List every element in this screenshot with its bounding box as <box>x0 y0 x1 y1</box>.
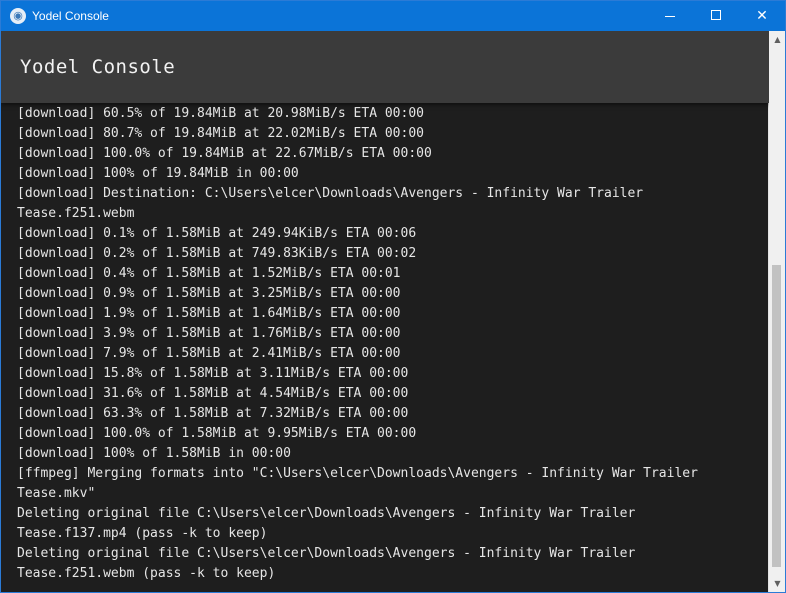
console-line: Tease.mkv" <box>17 486 96 501</box>
console-line: [download] 0.2% of 1.58MiB at 749.83KiB/… <box>17 246 417 261</box>
scrollbar-thumb[interactable] <box>772 265 781 567</box>
console-line: [download] 1.9% of 1.58MiB at 1.64MiB/s … <box>17 306 401 321</box>
console-line: Deleting original file C:\Users\elcer\Do… <box>17 506 636 521</box>
title-bar[interactable]: ◉ Yodel Console ✕ <box>1 1 785 31</box>
app-header: Yodel Console <box>1 31 769 103</box>
console-output: [download] 40.3% of 19.84MiB at 19.20MiB… <box>17 84 769 584</box>
window-title: Yodel Console <box>32 9 109 23</box>
maximize-button[interactable] <box>693 1 739 31</box>
scroll-up-arrow-icon[interactable]: ▲ <box>769 31 785 48</box>
console-line: Tease.f251.webm (pass -k to keep) <box>17 566 276 581</box>
console-line: [ffmpeg] Merging formats into "C:\Users\… <box>17 466 698 481</box>
console-line: [download] Destination: C:\Users\elcer\D… <box>17 186 644 201</box>
console-line: [download] 100% of 19.84MiB in 00:00 <box>17 166 299 181</box>
console-line: [download] 63.3% of 1.58MiB at 7.32MiB/s… <box>17 406 409 421</box>
console-line: [download] 0.4% of 1.58MiB at 1.52MiB/s … <box>17 266 401 281</box>
app-window: ◉ Yodel Console ✕ Yodel Console [downloa… <box>0 0 786 593</box>
console-line: [download] 7.9% of 1.58MiB at 2.41MiB/s … <box>17 346 401 361</box>
scroll-down-arrow-icon[interactable]: ▼ <box>769 575 785 592</box>
yodel-app-icon: ◉ <box>10 8 26 24</box>
maximize-icon <box>711 10 721 20</box>
console-line: [download] 3.9% of 1.58MiB at 1.76MiB/s … <box>17 326 401 341</box>
console-line: [download] 0.1% of 1.58MiB at 249.94KiB/… <box>17 226 417 241</box>
console-pane[interactable]: Yodel Console [download] 40.3% of 19.84M… <box>1 31 769 592</box>
close-icon: ✕ <box>756 8 768 24</box>
console-line: [download] 31.6% of 1.58MiB at 4.54MiB/s… <box>17 386 409 401</box>
console-line: Deleting original file C:\Users\elcer\Do… <box>17 546 636 561</box>
console-line: [download] 100% of 1.58MiB in 00:00 <box>17 446 291 461</box>
console-line: [download] 100.0% of 19.84MiB at 22.67Mi… <box>17 146 432 161</box>
minimize-icon <box>665 15 675 17</box>
console-line: [download] 15.8% of 1.58MiB at 3.11MiB/s… <box>17 366 409 381</box>
vertical-scrollbar[interactable]: ▲ ▼ <box>768 31 785 592</box>
console-line: [download] 80.7% of 19.84MiB at 22.02MiB… <box>17 126 424 141</box>
console-line: [download] 0.9% of 1.58MiB at 3.25MiB/s … <box>17 286 401 301</box>
console-line: [download] 60.5% of 19.84MiB at 20.98MiB… <box>17 106 424 121</box>
console-line: Tease.f137.mp4 (pass -k to keep) <box>17 526 268 541</box>
page-title: Yodel Console <box>20 56 176 78</box>
console-line: [download] 100.0% of 1.58MiB at 9.95MiB/… <box>17 426 417 441</box>
minimize-button[interactable] <box>647 1 693 31</box>
console-line: Tease.f251.webm <box>17 206 135 221</box>
close-button[interactable]: ✕ <box>739 1 785 31</box>
